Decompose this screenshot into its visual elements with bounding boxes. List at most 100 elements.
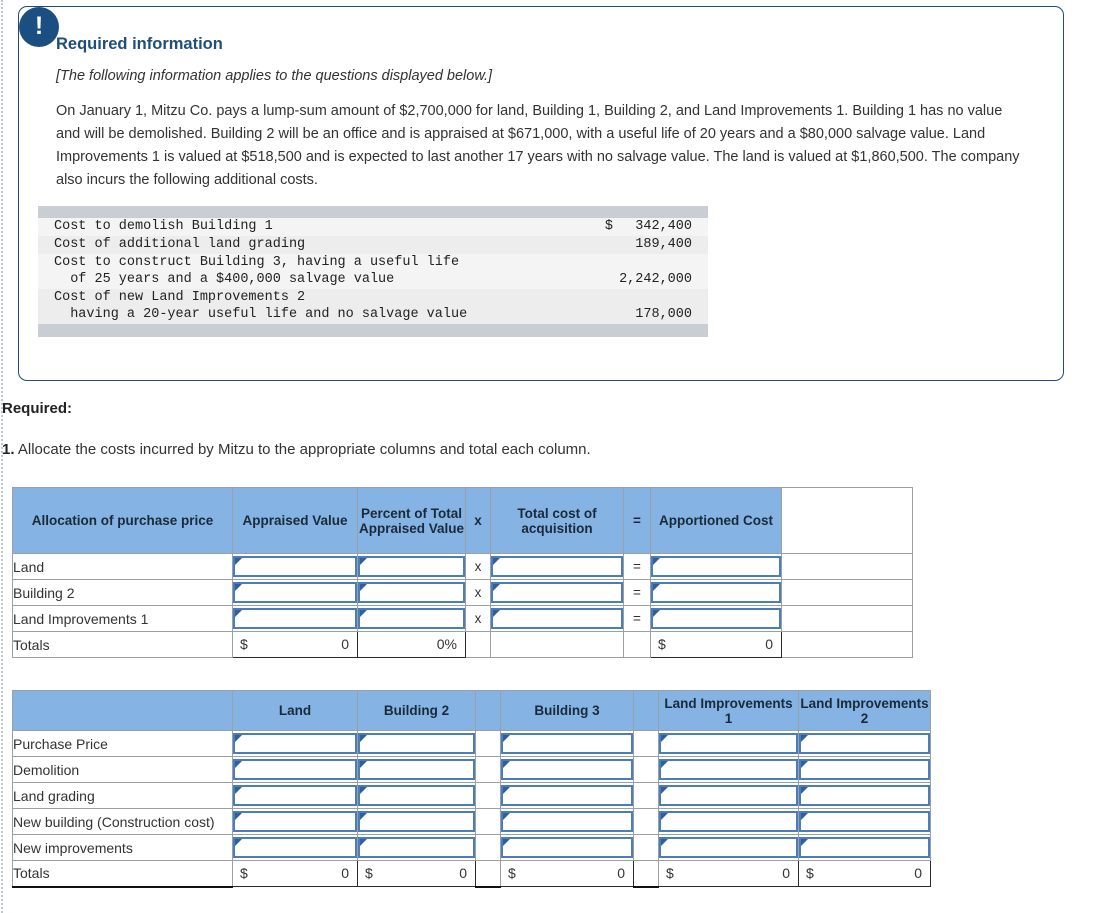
- table2-land-improvements-1-cell[interactable]: [658, 756, 799, 783]
- table2-land-input[interactable]: [233, 811, 357, 832]
- table2-land-cell[interactable]: [232, 834, 358, 861]
- table1-apportioned-cost-cell[interactable]: [650, 579, 782, 606]
- currency-symbol: $: [508, 865, 516, 881]
- table1-percent-input[interactable]: [358, 608, 465, 629]
- cost-row-label: Cost of additional land grading: [54, 237, 306, 252]
- table2-building2-input[interactable]: [358, 811, 475, 832]
- table2-land-input[interactable]: [233, 759, 357, 780]
- table1-total-cost-input[interactable]: [491, 608, 623, 629]
- table1-percent-input[interactable]: [358, 556, 465, 577]
- table2-land-input[interactable]: [233, 837, 357, 858]
- table1-appraised-value-input[interactable]: [233, 582, 357, 603]
- table1-appraised-value-input[interactable]: [233, 608, 357, 629]
- table2-totals-spacer-2: [633, 860, 659, 888]
- table2-building3-cell[interactable]: [500, 808, 634, 835]
- cost-row-symbol: $: [604, 219, 613, 234]
- table1-percent-input[interactable]: [358, 582, 465, 603]
- table2-totals-land-improvements-2: $ 0: [798, 860, 931, 887]
- table1-total-cost-cell[interactable]: [490, 553, 624, 580]
- callout-content: Required information [The following info…: [56, 35, 1043, 192]
- table1-header-appraised-value: Appraised Value: [232, 487, 358, 554]
- table2-land-improvements-1-cell[interactable]: [658, 782, 799, 809]
- table2-building3-cell[interactable]: [500, 756, 634, 783]
- table2-totals-land-improvements-1: $ 0: [658, 860, 799, 887]
- table2-building3-input[interactable]: [501, 837, 633, 858]
- required-heading: Required:: [2, 400, 73, 417]
- table2-totals-building2: $ 0: [357, 860, 476, 887]
- table1-percent-cell[interactable]: [357, 605, 466, 632]
- table2-building2-input[interactable]: [358, 733, 475, 754]
- table2-land-improvements-2-cell[interactable]: [798, 756, 931, 783]
- table2-land-improvements-1-input[interactable]: [659, 785, 798, 806]
- table2-building2-cell[interactable]: [357, 756, 476, 783]
- value: 0: [782, 865, 790, 881]
- table2-land-cell[interactable]: [232, 730, 358, 757]
- table2-header-spacer-2: [633, 690, 659, 731]
- table2-land-cell[interactable]: [232, 756, 358, 783]
- table2-building3-cell[interactable]: [500, 834, 634, 861]
- table1-total-cost-cell[interactable]: [490, 605, 624, 632]
- table2-totals-row: Totals $ 0 $ 0 $ 0 $ 0 $ 0: [12, 860, 931, 888]
- table1-total-cost-input[interactable]: [491, 582, 623, 603]
- table1-totals-label: Totals: [12, 631, 233, 658]
- table1-appraised-value-cell[interactable]: [232, 605, 358, 632]
- table2-land-improvements-1-input[interactable]: [659, 733, 798, 754]
- table1-apportioned-cost-cell[interactable]: [650, 553, 782, 580]
- table2-land-improvements-2-cell[interactable]: [798, 808, 931, 835]
- table2-land-cell[interactable]: [232, 782, 358, 809]
- table1-header-total-cost: Total cost of acquisition: [490, 487, 624, 554]
- table2-land-improvements-1-input[interactable]: [659, 811, 798, 832]
- table2-building3-input[interactable]: [501, 759, 633, 780]
- table1-apportioned-cost-input[interactable]: [651, 556, 781, 577]
- table2-building3-cell[interactable]: [500, 782, 634, 809]
- table2-land-improvements-2-cell[interactable]: [798, 782, 931, 809]
- table1-total-cost-input[interactable]: [491, 556, 623, 577]
- table2-totals-spacer-1: [475, 860, 501, 888]
- table1-total-cost-cell[interactable]: [490, 579, 624, 606]
- table2-land-improvements-2-input[interactable]: [799, 811, 930, 832]
- table1-apportioned-cost-cell[interactable]: [650, 605, 782, 632]
- table2-land-improvements-2-input[interactable]: [799, 759, 930, 780]
- table2-building3-input[interactable]: [501, 785, 633, 806]
- table2-land-improvements-1-input[interactable]: [659, 759, 798, 780]
- table2-land-improvements-1-cell[interactable]: [658, 730, 799, 757]
- table2-building2-input[interactable]: [358, 785, 475, 806]
- table2-building2-input[interactable]: [358, 759, 475, 780]
- table1-times-operator: x: [465, 553, 491, 580]
- table1-percent-cell[interactable]: [357, 553, 466, 580]
- table2-land-improvements-2-cell[interactable]: [798, 730, 931, 757]
- table2-building2-cell[interactable]: [357, 808, 476, 835]
- table1-appraised-value-cell[interactable]: [232, 553, 358, 580]
- table1: Allocation of purchase price Appraised V…: [12, 487, 913, 658]
- table2-land-improvements-1-cell[interactable]: [658, 834, 799, 861]
- table2-building2-cell[interactable]: [357, 834, 476, 861]
- table2-land-input[interactable]: [233, 733, 357, 754]
- table2-header-spacer-1: [475, 690, 501, 731]
- table2-spacer-1: [475, 808, 501, 835]
- table2-building2-cell[interactable]: [357, 730, 476, 757]
- table1-apportioned-cost-input[interactable]: [651, 608, 781, 629]
- table2-land-cell[interactable]: [232, 808, 358, 835]
- table1-appraised-value-cell[interactable]: [232, 579, 358, 606]
- table2-building3-input[interactable]: [501, 811, 633, 832]
- table2-land-input[interactable]: [233, 785, 357, 806]
- table2-land-improvements-2-cell[interactable]: [798, 834, 931, 861]
- table2-building2-input[interactable]: [358, 837, 475, 858]
- table2-land-improvements-2-input[interactable]: [799, 785, 930, 806]
- requirement-1: 1. Allocate the costs incurred by Mitzu …: [2, 441, 591, 458]
- table2-land-improvements-1-input[interactable]: [659, 837, 798, 858]
- table2-spacer-2: [633, 782, 659, 809]
- table2-land-improvements-1-cell[interactable]: [658, 808, 799, 835]
- table1-percent-cell[interactable]: [357, 579, 466, 606]
- table2-land-improvements-2-input[interactable]: [799, 837, 930, 858]
- cost-row-amount: 189,400: [635, 237, 692, 252]
- cost-row: Cost of additional land grading 189,400: [38, 236, 708, 254]
- table1-appraised-value-input[interactable]: [233, 556, 357, 577]
- cost-row-symbol: [583, 254, 613, 289]
- table2-building3-cell[interactable]: [500, 730, 634, 757]
- currency-symbol: $: [365, 865, 373, 881]
- table1-apportioned-cost-input[interactable]: [651, 582, 781, 603]
- table2-building2-cell[interactable]: [357, 782, 476, 809]
- table2-building3-input[interactable]: [501, 733, 633, 754]
- table2-land-improvements-2-input[interactable]: [799, 733, 930, 754]
